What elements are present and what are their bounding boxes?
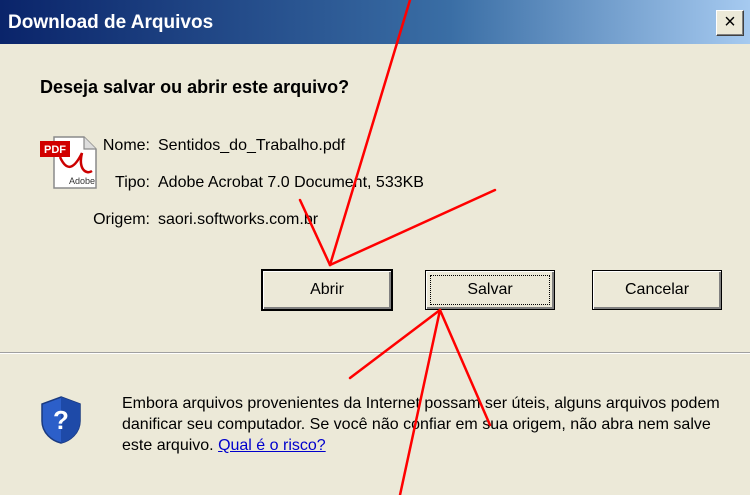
type-value: Adobe Acrobat 7.0 Document, 533KB — [158, 174, 424, 191]
name-label: Nome: — [102, 137, 150, 154]
svg-text:?: ? — [53, 405, 69, 435]
close-button[interactable]: × — [716, 10, 744, 36]
title-bar: Download de Arquivos × — [0, 0, 750, 44]
type-label: Tipo: — [115, 174, 150, 191]
shield-question-icon: ? — [41, 396, 81, 444]
dialog-question: Deseja salvar ou abrir este arquivo? — [40, 77, 350, 97]
save-button[interactable]: Salvar — [425, 270, 555, 310]
divider-highlight — [0, 353, 750, 354]
cancel-button-label: Cancelar — [624, 281, 690, 298]
arrow-line-4 — [348, 308, 442, 380]
risk-link[interactable]: Qual é o risco? — [218, 437, 326, 454]
origin-label: Origem: — [93, 211, 150, 228]
origin-value: saori.softworks.com.br — [158, 211, 319, 228]
arrow-line-2 — [298, 198, 332, 267]
cancel-button[interactable]: Cancelar — [592, 270, 722, 310]
close-icon: × — [724, 11, 736, 33]
warning-text: Embora arquivos provenientes da Internet… — [122, 395, 720, 454]
focus-ring — [430, 275, 550, 305]
arrow-line-3 — [328, 188, 497, 267]
name-value: Sentidos_do_Trabalho.pdf — [158, 137, 346, 154]
open-button[interactable]: Abrir — [261, 269, 393, 311]
open-button-label: Abrir — [310, 281, 344, 298]
window-title: Download de Arquivos — [8, 12, 214, 33]
warning-text-block: Embora arquivos provenientes da Internet… — [122, 393, 732, 456]
